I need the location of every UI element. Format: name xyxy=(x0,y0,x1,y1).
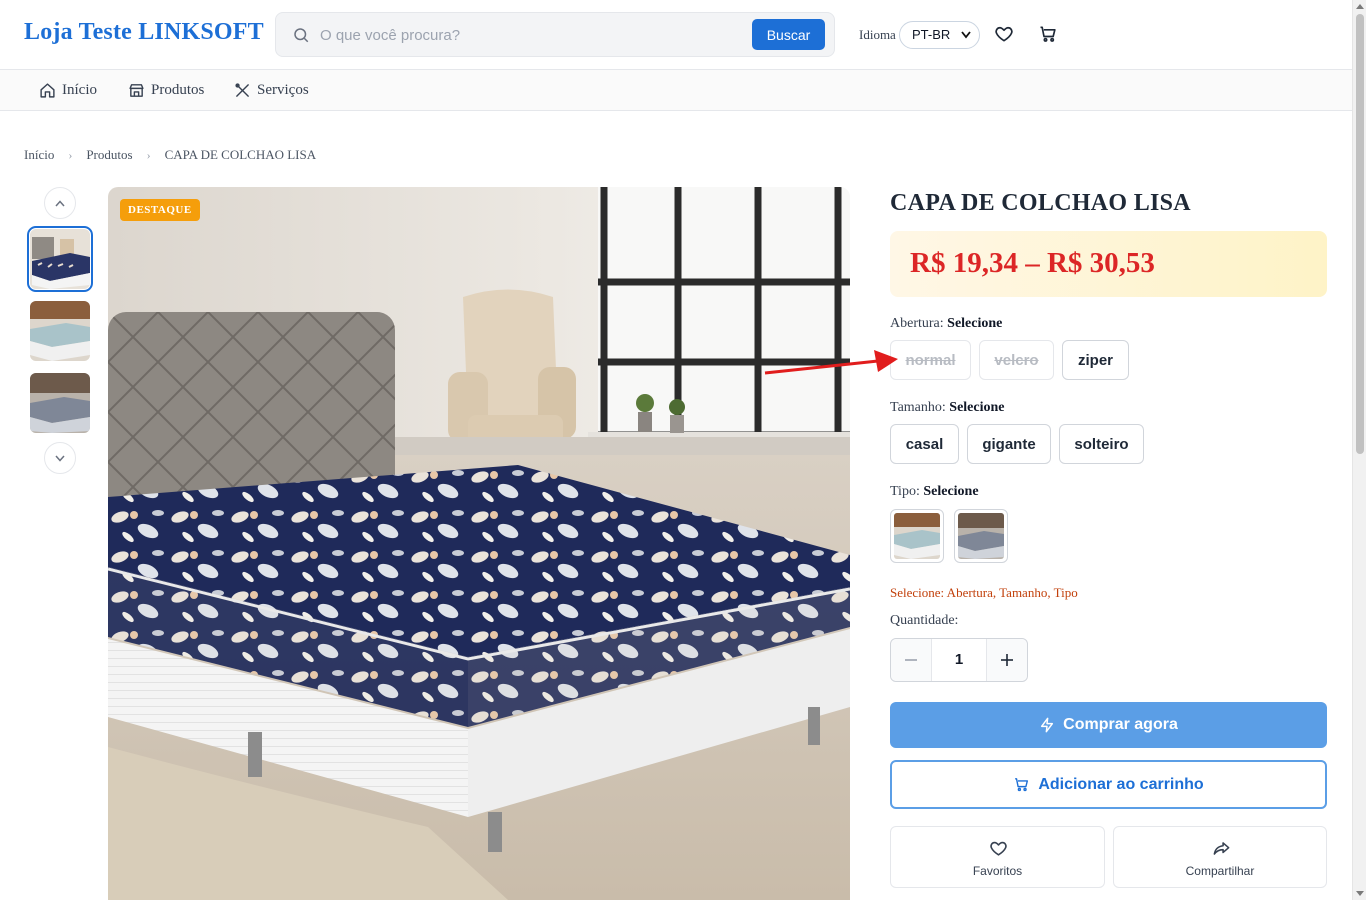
thumbnail-2[interactable] xyxy=(30,301,90,361)
product-photo xyxy=(108,187,850,900)
share-label: Compartilhar xyxy=(1185,864,1255,878)
lightning-icon xyxy=(1041,717,1054,733)
page-scrollbar[interactable] xyxy=(1352,0,1366,900)
nav-item-servicos[interactable]: Serviços xyxy=(234,80,309,100)
heart-icon[interactable] xyxy=(994,24,1014,44)
tipo-swatch-1[interactable] xyxy=(890,509,944,563)
thumbnail-image xyxy=(30,301,90,361)
chevron-down-icon xyxy=(55,455,65,462)
tipo-label: Tipo: Selecione xyxy=(890,484,979,500)
site-header: Loja Teste LINKSOFT Buscar Idioma PT-BR xyxy=(0,0,1352,70)
swatch-image xyxy=(894,513,940,559)
abertura-option-velcro[interactable]: velcro xyxy=(979,340,1054,380)
thumbnail-up-button[interactable] xyxy=(44,187,76,219)
thumbnail-3[interactable] xyxy=(30,373,90,433)
quantity-input[interactable]: 1 xyxy=(932,639,986,681)
price-box: R$ 19,34 – R$ 30,53 xyxy=(890,231,1327,297)
price-range: R$ 19,34 – R$ 30,53 xyxy=(910,247,1155,279)
main-nav: Início Produtos Serviços xyxy=(0,70,1352,111)
buy-now-label: Comprar agora xyxy=(1063,716,1178,733)
cart-icon[interactable] xyxy=(1038,24,1058,44)
nav-item-label: Início xyxy=(62,81,97,98)
breadcrumb-current: CAPA DE COLCHAO LISA xyxy=(164,147,317,162)
add-to-cart-button[interactable]: Adicionar ao carrinho xyxy=(890,760,1327,809)
search-input[interactable] xyxy=(320,23,740,47)
option-state: Selecione xyxy=(947,316,1003,331)
product-main-image xyxy=(108,187,850,900)
search-bar: Buscar xyxy=(275,12,835,57)
language-value: PT-BR xyxy=(912,27,951,42)
breadcrumb-link-inicio[interactable]: Início xyxy=(24,147,54,163)
store-icon xyxy=(129,83,144,97)
home-icon xyxy=(40,82,55,98)
share-icon xyxy=(1213,842,1230,855)
breadcrumb-link-produtos[interactable]: Produtos xyxy=(86,147,132,163)
featured-badge: DESTAQUE xyxy=(120,199,200,221)
option-label-text: Abertura: xyxy=(890,316,944,331)
quantity-label: Quantidade: xyxy=(890,613,959,628)
tamanho-option-casal[interactable]: casal xyxy=(890,424,959,464)
thumbnail-down-button[interactable] xyxy=(44,442,76,474)
scroll-up-icon[interactable] xyxy=(1356,4,1364,9)
scroll-down-icon[interactable] xyxy=(1356,891,1364,896)
quantity-increase-button[interactable] xyxy=(986,639,1027,681)
share-button[interactable]: Compartilhar xyxy=(1113,826,1327,888)
abertura-label: Abertura: Selecione xyxy=(890,316,1002,332)
minus-icon xyxy=(905,659,917,661)
thumbnail-image xyxy=(30,373,90,433)
tools-icon xyxy=(235,82,249,97)
abertura-option-ziper[interactable]: ziper xyxy=(1062,340,1129,380)
abertura-option-normal[interactable]: normal xyxy=(890,340,971,380)
breadcrumb-separator-icon: › xyxy=(146,147,151,162)
thumbnail-image xyxy=(30,229,90,289)
cart-icon xyxy=(1015,778,1029,792)
option-state: Selecione xyxy=(949,400,1005,415)
buy-now-button[interactable]: Comprar agora xyxy=(890,702,1327,748)
favorites-button[interactable]: Favoritos xyxy=(890,826,1105,888)
language-label: Idioma xyxy=(859,27,896,42)
tamanho-option-solteiro[interactable]: solteiro xyxy=(1059,424,1144,464)
heart-icon xyxy=(990,841,1007,856)
language-select[interactable]: PT-BR xyxy=(899,21,980,49)
product-title: CAPA DE COLCHAO LISA xyxy=(890,190,1191,216)
swatch-image xyxy=(958,513,1004,559)
favorites-label: Favoritos xyxy=(972,864,1023,878)
tamanho-option-gigante[interactable]: gigante xyxy=(967,424,1051,464)
search-icon xyxy=(294,28,309,43)
option-label-text: Tamanho: xyxy=(890,400,946,415)
plus-icon xyxy=(1001,654,1013,666)
nav-item-inicio[interactable]: Início xyxy=(39,80,97,100)
tipo-swatch-2[interactable] xyxy=(954,509,1008,563)
nav-item-label: Produtos xyxy=(151,81,205,98)
tamanho-label: Tamanho: Selecione xyxy=(890,400,1005,416)
add-to-cart-label: Adicionar ao carrinho xyxy=(1038,775,1204,793)
option-state: Selecione xyxy=(923,484,979,499)
chevron-up-icon xyxy=(55,199,65,206)
nav-item-label: Serviços xyxy=(257,81,309,98)
breadcrumb: Início › Produtos › CAPA DE COLCHAO LISA xyxy=(24,147,316,163)
nav-item-produtos[interactable]: Produtos xyxy=(128,80,204,100)
store-logo[interactable]: Loja Teste LINKSOFT xyxy=(24,19,264,46)
annotation-arrow-icon xyxy=(764,350,898,375)
selection-hint: Selecione: Abertura, Tamanho, Tipo xyxy=(890,585,1078,600)
quantity-decrease-button[interactable] xyxy=(891,639,932,681)
quantity-stepper: 1 xyxy=(890,638,1028,682)
search-button[interactable]: Buscar xyxy=(752,19,825,50)
scrollbar-thumb[interactable] xyxy=(1356,14,1364,454)
option-label-text: Tipo: xyxy=(890,484,920,499)
chevron-down-icon xyxy=(961,31,971,39)
breadcrumb-separator-icon: › xyxy=(68,147,73,162)
thumbnail-1[interactable] xyxy=(27,226,93,292)
